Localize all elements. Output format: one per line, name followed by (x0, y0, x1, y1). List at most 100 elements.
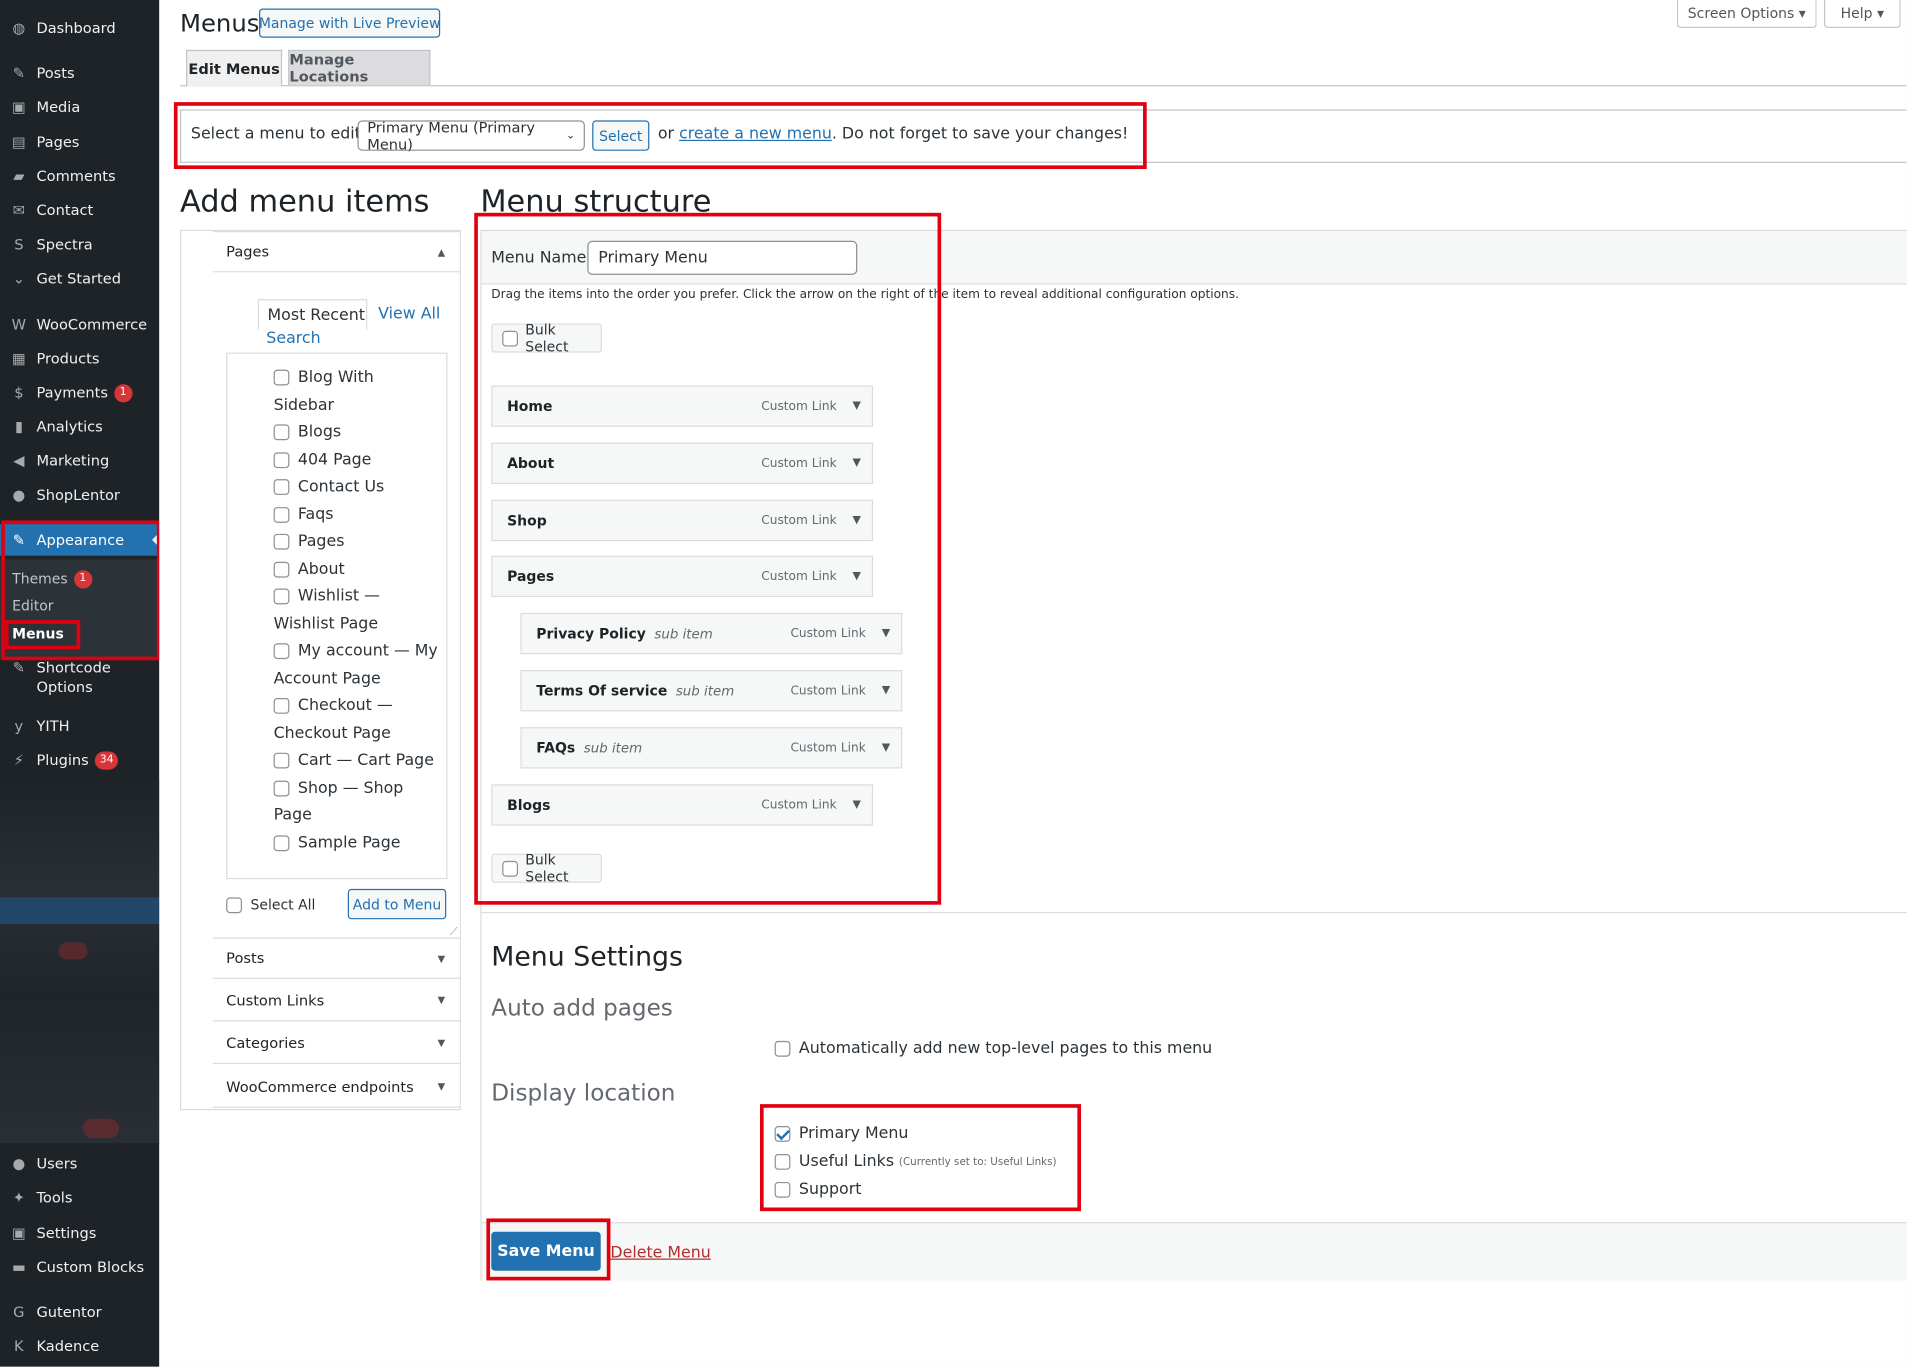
select-all-box[interactable] (226, 896, 242, 913)
menu-item[interactable]: Home Custom Link ▼ (491, 385, 874, 427)
page-checkbox-item[interactable]: Pages (273, 533, 344, 551)
create-new-menu-link[interactable]: create a new menu (679, 125, 832, 143)
menu-item[interactable]: Terms Of service sub item Custom Link ▼ (520, 670, 903, 712)
item-edit-toggle-icon[interactable]: ▼ (853, 570, 861, 582)
sidebar-item-get-started[interactable]: ⌄ Get Started (0, 263, 159, 295)
sidebar-item-kadence[interactable]: K Kadence (0, 1330, 159, 1362)
sidebar-item-appearance[interactable]: ✎ Appearance (0, 524, 160, 556)
page-checkbox-item[interactable]: Contact Us (273, 478, 384, 496)
page-checkbox-item[interactable]: Blogs (273, 423, 341, 441)
menu-item[interactable]: About Custom Link ▼ (491, 442, 874, 484)
location-checkbox[interactable] (774, 1153, 791, 1170)
location-checkbox[interactable] (774, 1126, 791, 1142)
accordion-posts[interactable]: Posts ▼ (212, 937, 460, 979)
page-checkbox[interactable] (273, 588, 290, 605)
location-useful-links[interactable]: Useful Links (Currently set to: Useful Li… (774, 1153, 1057, 1171)
page-checkbox[interactable] (273, 369, 290, 386)
accordion-woocommerce-endpoints[interactable]: WooCommerce endpoints ▼ (212, 1066, 460, 1108)
submenu-menus[interactable]: Menus (12, 621, 64, 645)
sidebar-item-woocommerce[interactable]: W WooCommerce (0, 309, 159, 341)
location-support[interactable]: Support (774, 1181, 861, 1199)
tab-manage-locations[interactable]: Manage Locations (288, 49, 431, 86)
menu-item[interactable]: Shop Custom Link ▼ (491, 499, 874, 542)
bulk-select-top[interactable]: Bulk Select (491, 321, 602, 355)
sidebar-item-marketing[interactable]: ◀ Marketing (0, 445, 159, 477)
page-checkbox-item[interactable]: Cart — Cart Page (273, 751, 434, 770)
sidebar-item-posts[interactable]: ✎ Posts (0, 57, 159, 89)
sidebar-item-pages[interactable]: ▤ Pages (0, 126, 159, 158)
auto-add-box[interactable] (774, 1040, 791, 1057)
sidebar-item-spectra[interactable]: S Spectra (0, 229, 159, 261)
auto-add-checkbox[interactable]: Automatically add new top-level pages to… (774, 1040, 1212, 1058)
submenu-themes[interactable]: Themes 1 (12, 567, 93, 591)
sidebar-item-comments[interactable]: ▰ Comments (0, 161, 159, 193)
page-checkbox-item[interactable]: 404 Page (273, 451, 371, 469)
sidebar-item-shoplentor[interactable]: ● ShopLentor (0, 479, 159, 511)
page-checkbox[interactable] (273, 697, 290, 714)
sidebar-item-payments[interactable]: $ Payments 1 (0, 377, 159, 409)
sidebar-item-shortcode-options[interactable]: ✎ Shortcode Options (0, 658, 159, 699)
screen-options-button[interactable]: Screen Options ▾ (1676, 0, 1817, 28)
sidebar-item-contact[interactable]: ✉ Contact (0, 195, 159, 227)
item-edit-toggle-icon[interactable]: ▼ (853, 457, 861, 469)
page-checkbox[interactable] (273, 643, 290, 660)
page-checkbox[interactable] (273, 506, 290, 523)
sidebar-item-dashboard[interactable]: ◍ Dashboard (0, 12, 159, 44)
page-checkbox[interactable] (273, 533, 290, 550)
location-primary-menu[interactable]: Primary Menu (774, 1125, 908, 1143)
item-edit-toggle-icon[interactable]: ▼ (882, 685, 890, 697)
page-checkbox[interactable] (273, 752, 290, 769)
page-checkbox-item[interactable]: Sample Page (273, 834, 401, 852)
accordion-categories[interactable]: Categories ▼ (212, 1022, 460, 1064)
menu-select-dropdown[interactable]: Primary Menu (Primary Menu) ⌄ (357, 119, 585, 153)
item-edit-toggle-icon[interactable]: ▼ (853, 799, 861, 811)
menu-item[interactable]: FAQs sub item Custom Link ▼ (520, 727, 903, 769)
help-button[interactable]: Help ▾ (1824, 0, 1901, 28)
sidebar-item-tools[interactable]: ✦ Tools (0, 1182, 159, 1214)
page-checkbox[interactable] (273, 834, 290, 851)
item-edit-toggle-icon[interactable]: ▼ (853, 514, 861, 526)
select-all-checkbox[interactable]: Select All (226, 896, 315, 913)
page-checkbox-item[interactable]: Checkout — (273, 697, 393, 715)
item-edit-toggle-icon[interactable]: ▼ (853, 400, 861, 412)
menu-item[interactable]: Pages Custom Link ▼ (491, 555, 874, 598)
live-preview-button[interactable]: Manage with Live Preview (259, 8, 440, 38)
pages-accordion[interactable]: Pages ▲ (212, 231, 460, 273)
tab-most-recent[interactable]: Most Recent (257, 299, 368, 330)
bulk-select-box[interactable] (502, 330, 519, 346)
accordion-custom-links[interactable]: Custom Links ▼ (212, 980, 460, 1022)
page-checkbox[interactable] (273, 479, 290, 495)
menu-item[interactable]: Privacy Policy sub item Custom Link ▼ (520, 612, 903, 655)
page-checkbox-item[interactable]: Blog With (273, 368, 374, 387)
page-checkbox-item[interactable]: About (273, 560, 345, 578)
bulk-select-bottom[interactable]: Bulk Select (491, 851, 602, 885)
submenu-editor[interactable]: Editor (12, 593, 53, 617)
tab-edit-menus[interactable]: Edit Menus (186, 49, 283, 87)
page-checkbox[interactable] (273, 424, 290, 441)
page-checkbox[interactable] (273, 451, 290, 468)
page-checkbox-item[interactable]: My account — My (273, 642, 438, 660)
sidebar-item-settings[interactable]: ▣ Settings (0, 1217, 159, 1249)
tab-view-all[interactable]: View All (378, 305, 440, 323)
sidebar-item-plugins[interactable]: ⚡ Plugins 34 (0, 744, 159, 776)
sidebar-item-gutentor[interactable]: G Gutentor (0, 1296, 159, 1328)
sidebar-item-users[interactable]: ● Users (0, 1148, 159, 1180)
sidebar-item-analytics[interactable]: ▮ Analytics (0, 411, 159, 443)
add-to-menu-button[interactable]: Add to Menu (347, 888, 447, 920)
select-menu-button[interactable]: Select (592, 120, 650, 151)
sidebar-item-products[interactable]: ▦ Products (0, 343, 159, 375)
page-checkbox[interactable] (273, 561, 290, 577)
save-menu-button[interactable]: Save Menu (491, 1231, 601, 1271)
location-checkbox[interactable] (774, 1181, 791, 1198)
menu-item[interactable]: Blogs Custom Link ▼ (491, 784, 874, 826)
sidebar-item-custom-blocks[interactable]: ▬ Custom Blocks (0, 1251, 159, 1283)
delete-menu-link[interactable]: Delete Menu (610, 1244, 710, 1262)
sidebar-item-yith[interactable]: y YITH (0, 710, 159, 742)
tab-search[interactable]: Search (266, 330, 320, 348)
bulk-select-box[interactable] (502, 860, 519, 877)
item-edit-toggle-icon[interactable]: ▼ (882, 627, 890, 639)
page-checkbox[interactable] (273, 780, 290, 796)
page-checkbox-item[interactable]: Wishlist — (273, 587, 380, 606)
sidebar-item-media[interactable]: ▣ Media (0, 91, 159, 123)
page-checkbox-item[interactable]: Shop — Shop (273, 779, 403, 797)
